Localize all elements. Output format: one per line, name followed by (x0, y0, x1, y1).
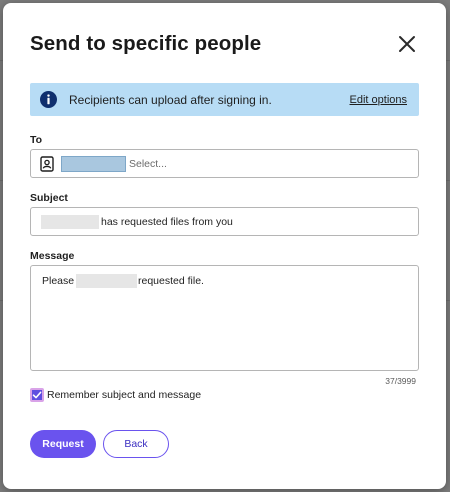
checkmark-icon (32, 391, 42, 399)
send-to-specific-people-dialog: Send to specific people Recipients can u… (3, 3, 446, 489)
message-text-end: requested file. (138, 275, 204, 287)
recipient-chip[interactable] (61, 156, 126, 172)
remember-checkbox[interactable] (30, 388, 44, 402)
to-label: To (30, 134, 43, 146)
message-textarea[interactable]: Please requested file. (30, 265, 419, 371)
subject-label: Subject (30, 192, 68, 204)
banner-message: Recipients can upload after signing in. (69, 93, 272, 107)
redacted-name (41, 215, 99, 229)
message-text-start: Please (42, 275, 75, 287)
contact-card-icon[interactable] (39, 156, 55, 172)
to-field[interactable]: Select... (30, 149, 419, 178)
character-counter: 37/3999 (385, 376, 416, 386)
remember-checkbox-row[interactable]: Remember subject and message (30, 387, 201, 403)
edit-options-link[interactable]: Edit options (350, 94, 407, 106)
back-button[interactable]: Back (103, 430, 169, 458)
close-icon[interactable] (397, 34, 417, 54)
recipient-placeholder: Select... (129, 158, 167, 170)
subject-text: has requested files from you (101, 216, 233, 228)
remember-label: Remember subject and message (47, 389, 202, 401)
dialog-title: Send to specific people (30, 32, 262, 55)
info-icon (40, 91, 57, 108)
message-label: Message (30, 250, 75, 262)
info-banner: Recipients can upload after signing in. … (30, 83, 419, 116)
subject-input[interactable]: has requested files from you (30, 207, 419, 236)
redacted-text (76, 274, 137, 288)
request-button[interactable]: Request (30, 430, 96, 458)
